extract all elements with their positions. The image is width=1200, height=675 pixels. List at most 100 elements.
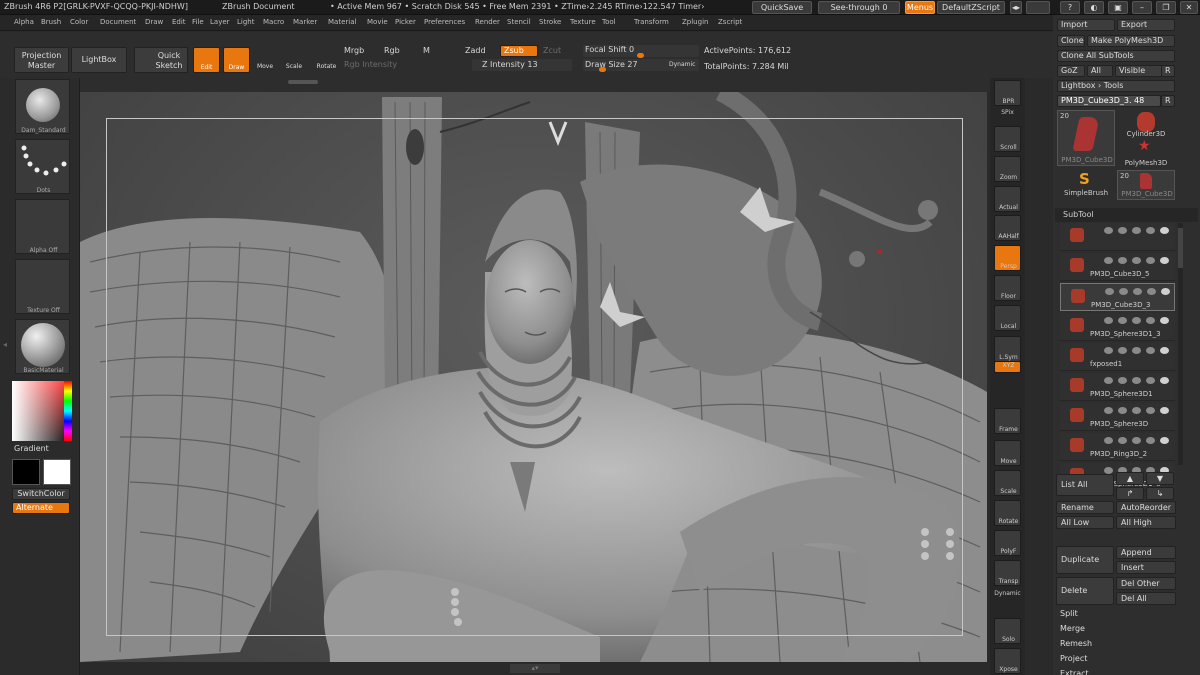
subtool-toggle-icon[interactable] [1146,437,1155,444]
mrgb-toggle[interactable]: Mrgb [344,46,364,55]
move-up-arrow-icon[interactable]: ▲ [1116,472,1144,485]
focal-shift-slider[interactable]: Focal Shift 0 [583,45,699,58]
move-down-arrow-icon[interactable]: ▼ [1146,472,1174,485]
del-other-button[interactable]: Del Other [1116,577,1176,590]
quick-sketch-button[interactable]: Quick Sketch [134,47,188,73]
subtool-toggle-icon[interactable] [1146,347,1155,354]
subtool-row[interactable]: PM3D_Sphere3D [1060,403,1175,431]
restore-icon[interactable]: ❐ [1156,1,1176,14]
xyz-button[interactable]: XYZ [994,361,1021,373]
subtool-toggle-icon[interactable] [1104,377,1113,384]
menus-button[interactable]: Menus [905,1,935,14]
subtool-toggle-icon[interactable] [1104,347,1113,354]
brush-selector[interactable]: Dam_Standard [15,79,70,134]
frame-button[interactable]: Frame [994,408,1021,434]
actual-button[interactable]: Actual [994,186,1021,212]
subtool-toggle-icon[interactable] [1146,227,1155,234]
zsub-toggle[interactable]: Zsub [500,45,538,57]
subtool-toggle-icon[interactable] [1146,317,1155,324]
subtool-toggle-icon[interactable] [1133,288,1142,295]
subtool-toggle-icon[interactable] [1132,227,1141,234]
subtool-row[interactable]: PM3D_Ring3D_2 [1060,433,1175,461]
subtool-toggle-icon[interactable] [1118,227,1127,234]
menu-draw[interactable]: Draw [145,18,163,26]
menu-document[interactable]: Document [100,18,136,26]
spix-button[interactable]: SPix [994,109,1021,119]
z-intensity-slider[interactable]: Z Intensity 13 [472,59,572,71]
current-tool-slider[interactable]: PM3D_Cube3D_3. 48 [1057,95,1161,107]
menu-alpha[interactable]: Alpha [14,18,34,26]
subtool-toggle-icon[interactable] [1132,437,1141,444]
menu-picker[interactable]: Picker [395,18,416,26]
export-button[interactable]: Export [1117,19,1175,31]
subtool-toggle-icon[interactable] [1118,437,1127,444]
subtool-toggle-icon[interactable] [1104,317,1113,324]
remesh-section[interactable]: Remesh [1056,638,1176,651]
main-color-swatch[interactable] [43,459,71,485]
floor-button[interactable]: Floor [994,275,1021,301]
subtool-toggle-icon[interactable] [1104,437,1113,444]
gradient-toggle[interactable]: Gradient [14,444,49,453]
subtool-toggle-icon[interactable] [1104,227,1113,234]
tool-r-button[interactable]: R [1161,95,1175,107]
subtool-toggle-icon[interactable] [1146,377,1155,384]
zadd-toggle[interactable]: Zadd [465,46,486,55]
stroke-selector[interactable]: Dots [15,139,70,194]
bpr-button[interactable]: BPR [994,80,1021,106]
append-button[interactable]: Append [1116,546,1176,559]
zcut-toggle[interactable]: Zcut [543,46,561,55]
subtool-toggle-icon[interactable] [1104,257,1113,264]
subtool-toggle-icon[interactable] [1132,317,1141,324]
lock-icon[interactable]: ▣ [1108,1,1128,14]
m-toggle[interactable]: M [423,46,430,55]
subtool-scrollbar[interactable] [1178,223,1183,465]
tool-thumb-simplebrush[interactable]: S SimpleBrush [1057,170,1115,200]
tool-thumb-pm3d-cube[interactable]: 20 PM3D_Cube3D [1057,110,1115,166]
solo-button[interactable]: Solo [994,618,1021,644]
left-collapse-arrow-icon[interactable]: ◂ [3,340,8,354]
rotate-button[interactable]: Rotate [313,47,340,73]
subtool-row[interactable] [1060,223,1175,251]
menu-marker[interactable]: Marker [293,18,317,26]
xpose-button[interactable]: Xpose [994,648,1021,674]
subtool-toggle-icon[interactable] [1132,347,1141,354]
lightbox-tools-button[interactable]: Lightbox › Tools [1057,80,1175,92]
help-icon[interactable]: ? [1060,1,1080,14]
minimize-icon[interactable]: – [1132,1,1152,14]
menu-movie[interactable]: Movie [367,18,388,26]
visibility-eye-icon[interactable] [1160,257,1169,264]
layout-icon[interactable] [1026,1,1050,14]
subtool-row[interactable]: PM3D_Cube3D_5 [1060,253,1175,281]
menu-zplugin[interactable]: Zplugin [682,18,708,26]
alpha-selector[interactable]: Alpha Off [15,199,70,254]
scale-button[interactable]: Scale [282,47,306,73]
subtool-toggle-icon[interactable] [1118,257,1127,264]
visibility-eye-icon[interactable] [1160,227,1169,234]
persp-button[interactable]: Persp [994,245,1021,271]
menu-texture[interactable]: Texture [570,18,596,26]
menu-material[interactable]: Material [328,18,356,26]
menu-light[interactable]: Light [237,18,254,26]
horizontal-scroll-handle[interactable] [288,80,318,84]
make-polymesh-button[interactable]: Make PolyMesh3D [1087,35,1175,47]
merge-section[interactable]: Merge [1056,623,1176,636]
autoreorder-button[interactable]: AutoReorder [1116,501,1176,514]
polyf-button[interactable]: PolyF [994,530,1021,556]
transp-button[interactable]: Transp [994,560,1021,586]
lightbox-button[interactable]: LightBox [71,47,127,73]
move-up-branch-icon[interactable]: ↱ [1116,487,1144,500]
goz-r-button[interactable]: R [1161,65,1175,77]
list-all-button[interactable]: List All [1056,474,1114,496]
subtool-row[interactable]: PM3D_Sphere3D1 [1060,373,1175,401]
subtool-toggle-icon[interactable] [1132,257,1141,264]
subtool-scroll-thumb[interactable] [1178,228,1183,268]
menu-tool[interactable]: Tool [602,18,616,26]
rename-button[interactable]: Rename [1056,501,1114,514]
scroll-button[interactable]: Scroll [994,126,1021,152]
see-through-slider[interactable]: See-through 0 [818,1,900,14]
menu-stencil[interactable]: Stencil [507,18,531,26]
subtool-row[interactable]: PM3D_Cube3D_3 [1060,283,1175,311]
rotate-button[interactable]: Rotate [994,500,1021,526]
l-sym-button[interactable]: L.Sym [994,336,1021,362]
menu-file[interactable]: File [192,18,204,26]
